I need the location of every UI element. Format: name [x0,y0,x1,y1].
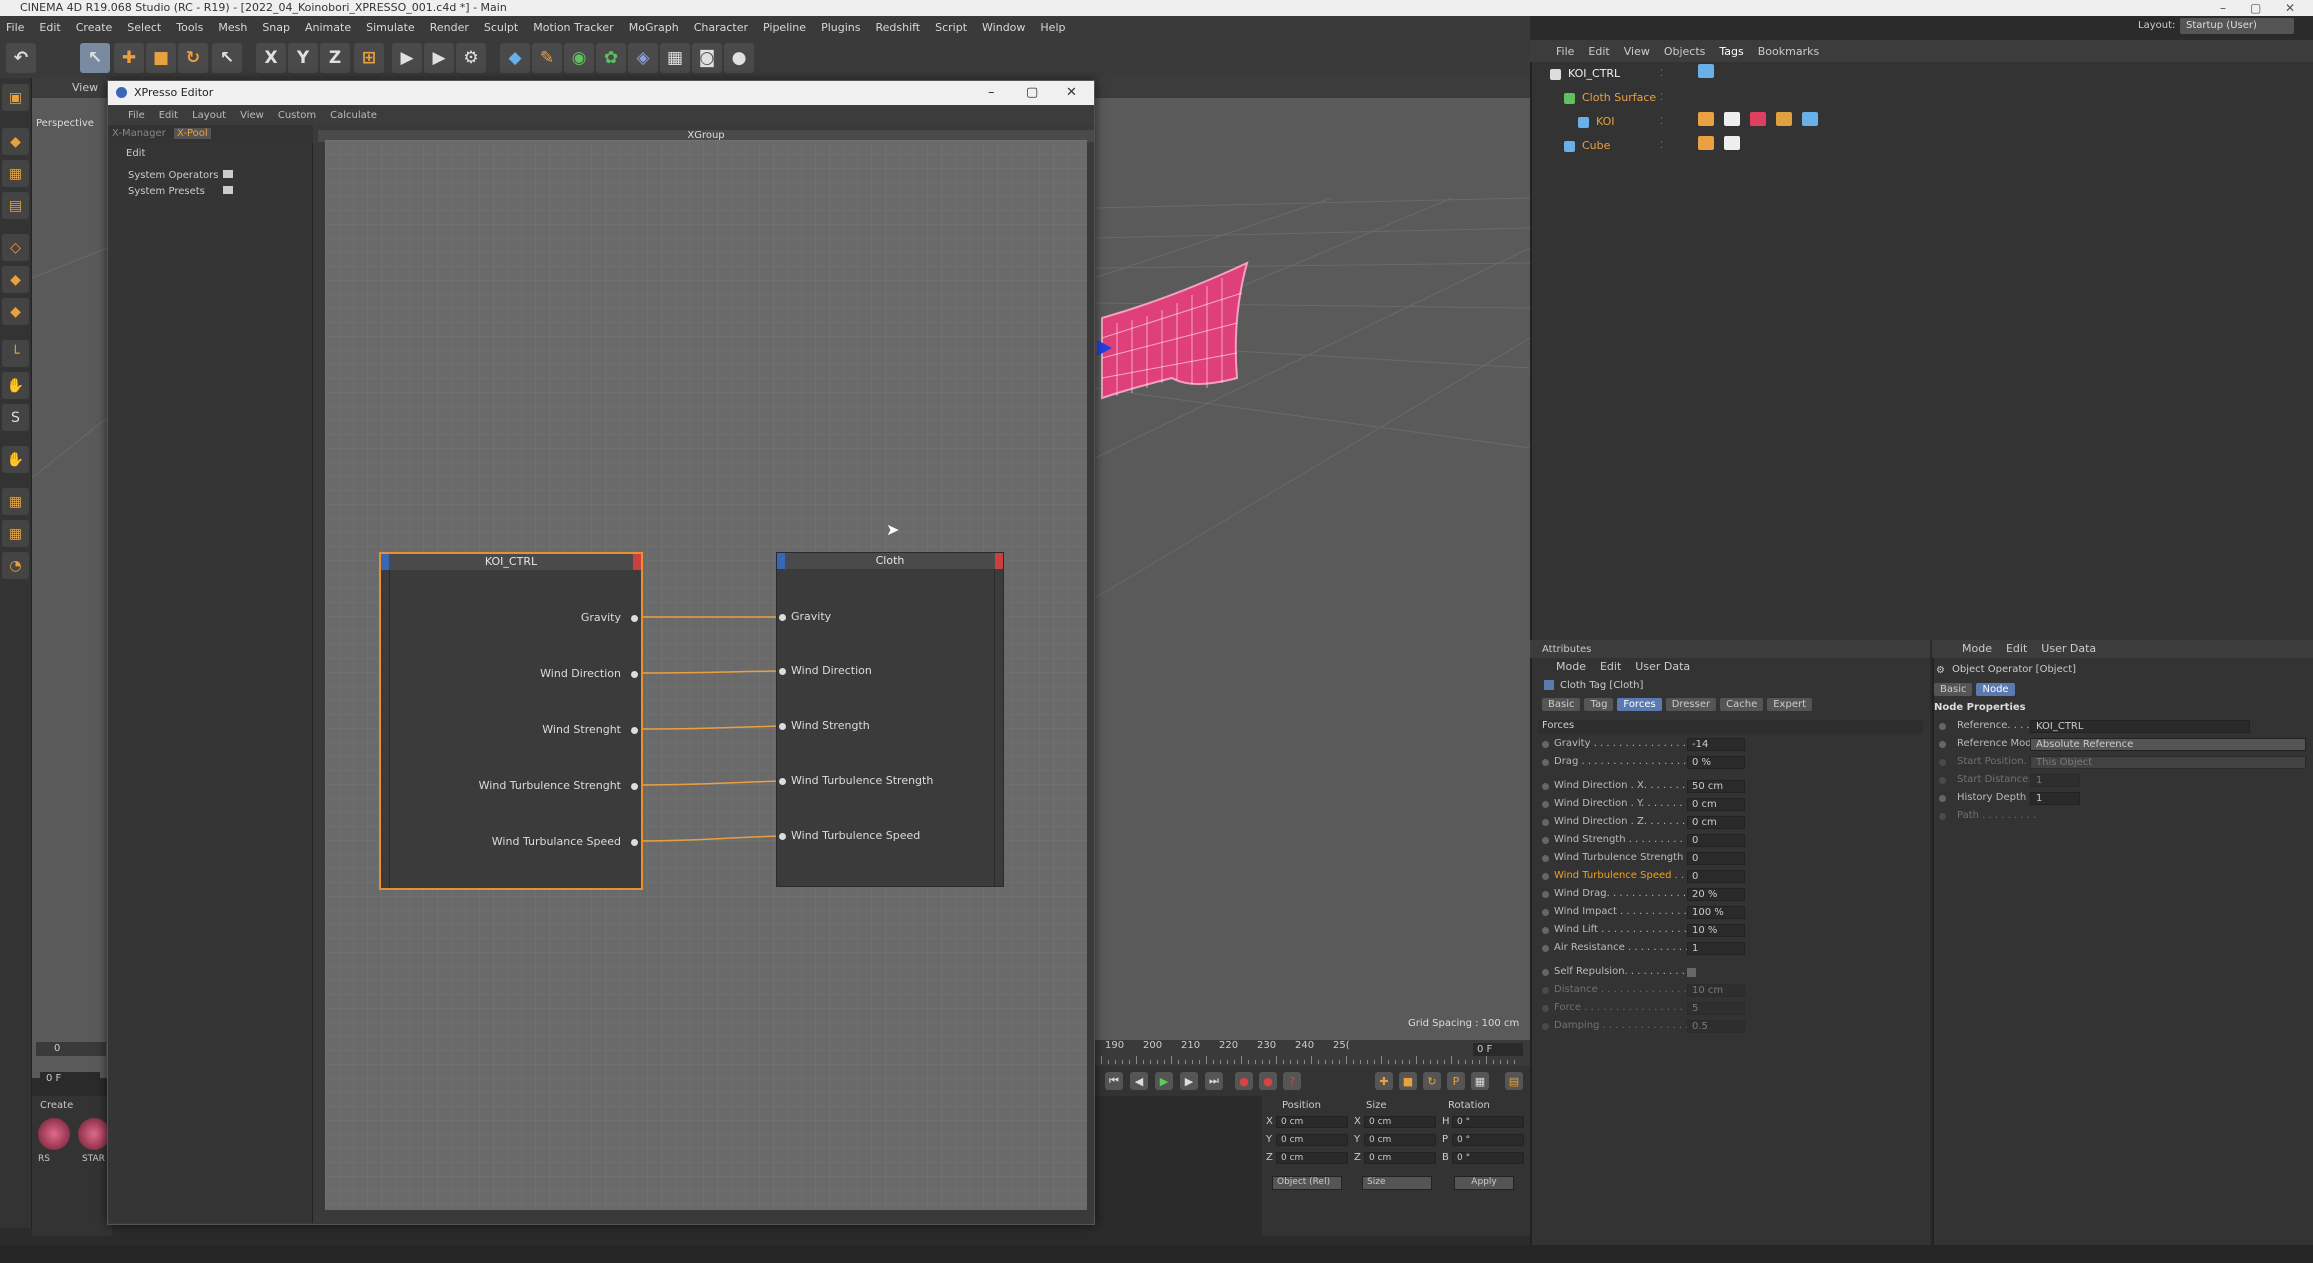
input-port-label: Wind Turbulence Strength [791,774,934,787]
output-port[interactable] [631,839,638,846]
tag-icon[interactable] [1724,136,1740,150]
wire-wind-direction [633,670,782,674]
wire-wind-strength [633,725,782,730]
wire-wind-turbulence-strength [633,780,782,786]
output-port-label: Gravity [580,611,621,624]
output-port-label: Wind Turbulence Strenght [478,779,621,792]
mouse-cursor-icon: ➤ [886,520,900,539]
tag-icon[interactable] [1698,136,1714,150]
wire-wind-turbulence-speed [633,835,782,842]
output-port[interactable] [631,671,638,678]
input-port-label: Wind Turbulence Speed [791,829,921,842]
output-port[interactable] [631,783,638,790]
output-port[interactable] [631,615,638,622]
input-port[interactable] [779,723,786,730]
input-port[interactable] [779,614,786,621]
input-port-label: Wind Direction [791,664,872,677]
node-cloth[interactable]: Cloth Gravity Wind Direction Wind Streng… [776,552,1004,887]
input-port[interactable] [779,668,786,675]
input-port-label: Wind Strength [791,719,870,732]
port-divider [389,570,390,888]
tag-icon[interactable] [1750,112,1766,126]
node-koi-ctrl-header[interactable]: KOI_CTRL [381,554,641,570]
input-port-label: Gravity [791,610,832,623]
input-port[interactable] [779,833,786,840]
tag-icon[interactable] [1802,112,1818,126]
input-port[interactable] [779,778,786,785]
output-port-label: Wind Turbulance Speed [491,835,621,848]
tag-icon[interactable] [1724,112,1740,126]
output-port[interactable] [631,727,638,734]
tag-icon[interactable] [1698,112,1714,126]
output-port-label: Wind Strenght [542,723,621,736]
node-koi-ctrl[interactable]: KOI_CTRL Gravity Wind Direction Wind Str… [379,552,643,890]
tag-icon[interactable] [1698,64,1714,78]
port-divider [994,569,995,886]
tag-icon[interactable] [1776,112,1792,126]
node-wires [633,616,782,842]
output-port-label: Wind Direction [540,667,621,680]
node-cloth-header[interactable]: Cloth [777,553,1003,569]
